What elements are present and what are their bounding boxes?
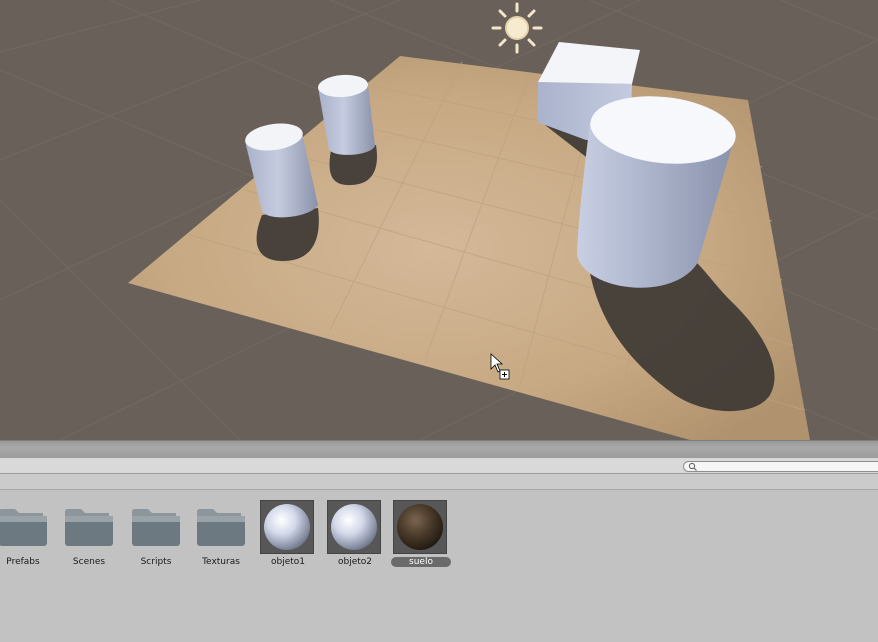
asset-material-objeto1[interactable]: objeto1 [255, 490, 321, 570]
asset-material-objeto2[interactable]: objeto2 [322, 490, 388, 570]
folder-icon [61, 498, 117, 554]
asset-folder-texturas[interactable]: Texturas [188, 490, 254, 570]
asset-folder-scenes[interactable]: Scenes [56, 490, 122, 570]
asset-label: suelo [391, 557, 451, 567]
asset-folder-scripts[interactable]: Scripts [123, 490, 189, 570]
asset-label: objeto1 [270, 557, 306, 567]
sphere-material-icon [393, 500, 447, 554]
sun-icon[interactable] [491, 2, 543, 54]
scene-viewport[interactable] [0, 0, 878, 440]
scene-view[interactable] [0, 0, 878, 440]
asset-label: objeto2 [337, 557, 373, 567]
breadcrumb [0, 474, 878, 490]
asset-label: Texturas [202, 557, 240, 567]
asset-label: Scenes [72, 557, 106, 567]
panel-splitter[interactable] [0, 440, 878, 458]
folder-icon [128, 498, 184, 554]
asset-label: Prefabs [6, 557, 40, 567]
sphere-material-icon [260, 500, 314, 554]
sphere-material-icon [327, 500, 381, 554]
search-input[interactable] [683, 461, 878, 472]
asset-folder-prefabs[interactable]: Prefabs [0, 490, 56, 570]
folder-icon [193, 498, 249, 554]
folder-icon [0, 498, 51, 554]
asset-material-suelo[interactable]: suelo [388, 490, 454, 570]
asset-label: Scripts [140, 557, 172, 567]
search-icon [688, 462, 697, 471]
asset-grid: Prefabs Scenes Scripts Texturas objeto1 … [0, 490, 878, 642]
